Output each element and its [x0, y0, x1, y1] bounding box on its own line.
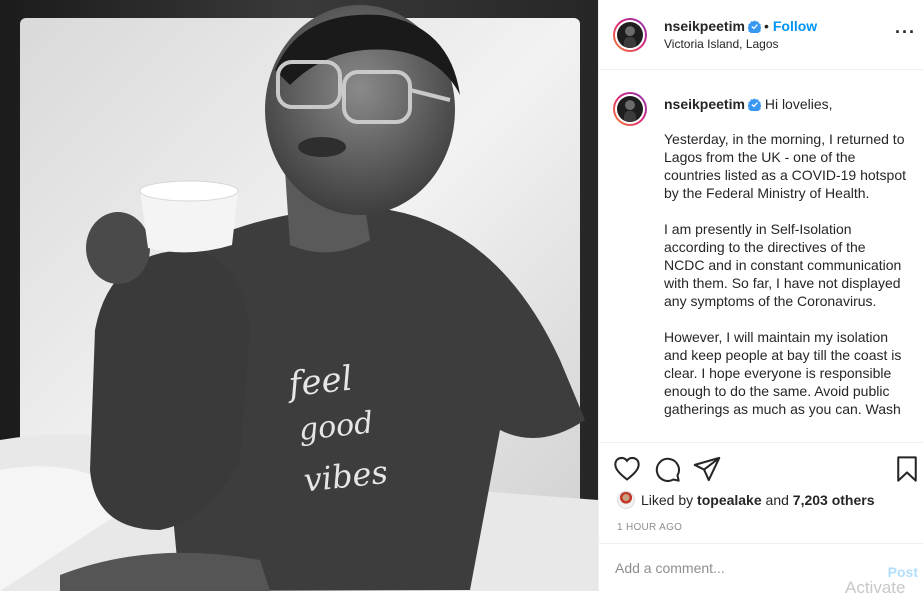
caption-scroll-area[interactable]: nseikpeetim Hi lovelies, Yesterday, in t… — [599, 70, 923, 442]
follow-button[interactable]: Follow — [773, 18, 817, 34]
post-side-panel: nseikpeetim • Follow Victoria Island, Lago… — [598, 0, 923, 597]
likes-count[interactable]: 7,203 others — [793, 492, 875, 508]
comment-input[interactable] — [615, 556, 865, 580]
caption-paragraph: However, I will maintain my isolation an… — [664, 329, 902, 417]
header-line: nseikpeetim • Follow — [664, 18, 817, 34]
caption-username[interactable]: nseikpeetim — [664, 96, 745, 112]
liked-by-user[interactable]: topealake — [697, 492, 762, 508]
svg-text:feel: feel — [284, 359, 355, 406]
bookmark-icon[interactable] — [893, 455, 921, 483]
post-location[interactable]: Victoria Island, Lagos — [664, 37, 779, 51]
caption-first-line: nseikpeetim Hi lovelies, — [664, 96, 909, 112]
avatar-image — [617, 96, 643, 122]
verified-badge-icon — [747, 98, 761, 111]
avatar-image — [617, 22, 643, 48]
caption-paragraph: Yesterday, in the morning, I returned to… — [664, 131, 907, 201]
caption-greeting: Hi lovelies, — [764, 96, 833, 112]
liked-by-prefix: Liked by — [641, 492, 694, 508]
post-image: feel good vibes — [0, 0, 598, 591]
liker-avatar — [617, 491, 635, 509]
liked-by-and: and — [765, 492, 789, 508]
separator-dot: • — [763, 18, 769, 34]
verified-badge-icon — [747, 20, 761, 33]
caption-author-avatar[interactable] — [613, 92, 647, 126]
author-avatar[interactable] — [613, 18, 647, 52]
author-username[interactable]: nseikpeetim — [664, 18, 745, 34]
comment-bar: Post Activate — [599, 543, 923, 597]
post-photo[interactable]: feel good vibes — [0, 0, 598, 591]
heart-icon[interactable] — [613, 455, 641, 483]
more-options-icon[interactable]: ··· — [895, 22, 916, 43]
activate-watermark: Activate — [845, 578, 906, 597]
post-header: nseikpeetim • Follow Victoria Island, Lago… — [599, 0, 923, 70]
post-timestamp[interactable]: 1 HOUR AGO — [617, 522, 682, 533]
likes-summary: Liked by topealake and 7,203 others — [617, 491, 875, 509]
caption-body: Yesterday, in the morning, I returned to… — [664, 130, 909, 436]
caption-paragraph: I am presently in Self-Isolation accordi… — [664, 221, 902, 309]
comment-icon[interactable] — [653, 455, 681, 483]
share-icon[interactable] — [693, 455, 721, 483]
